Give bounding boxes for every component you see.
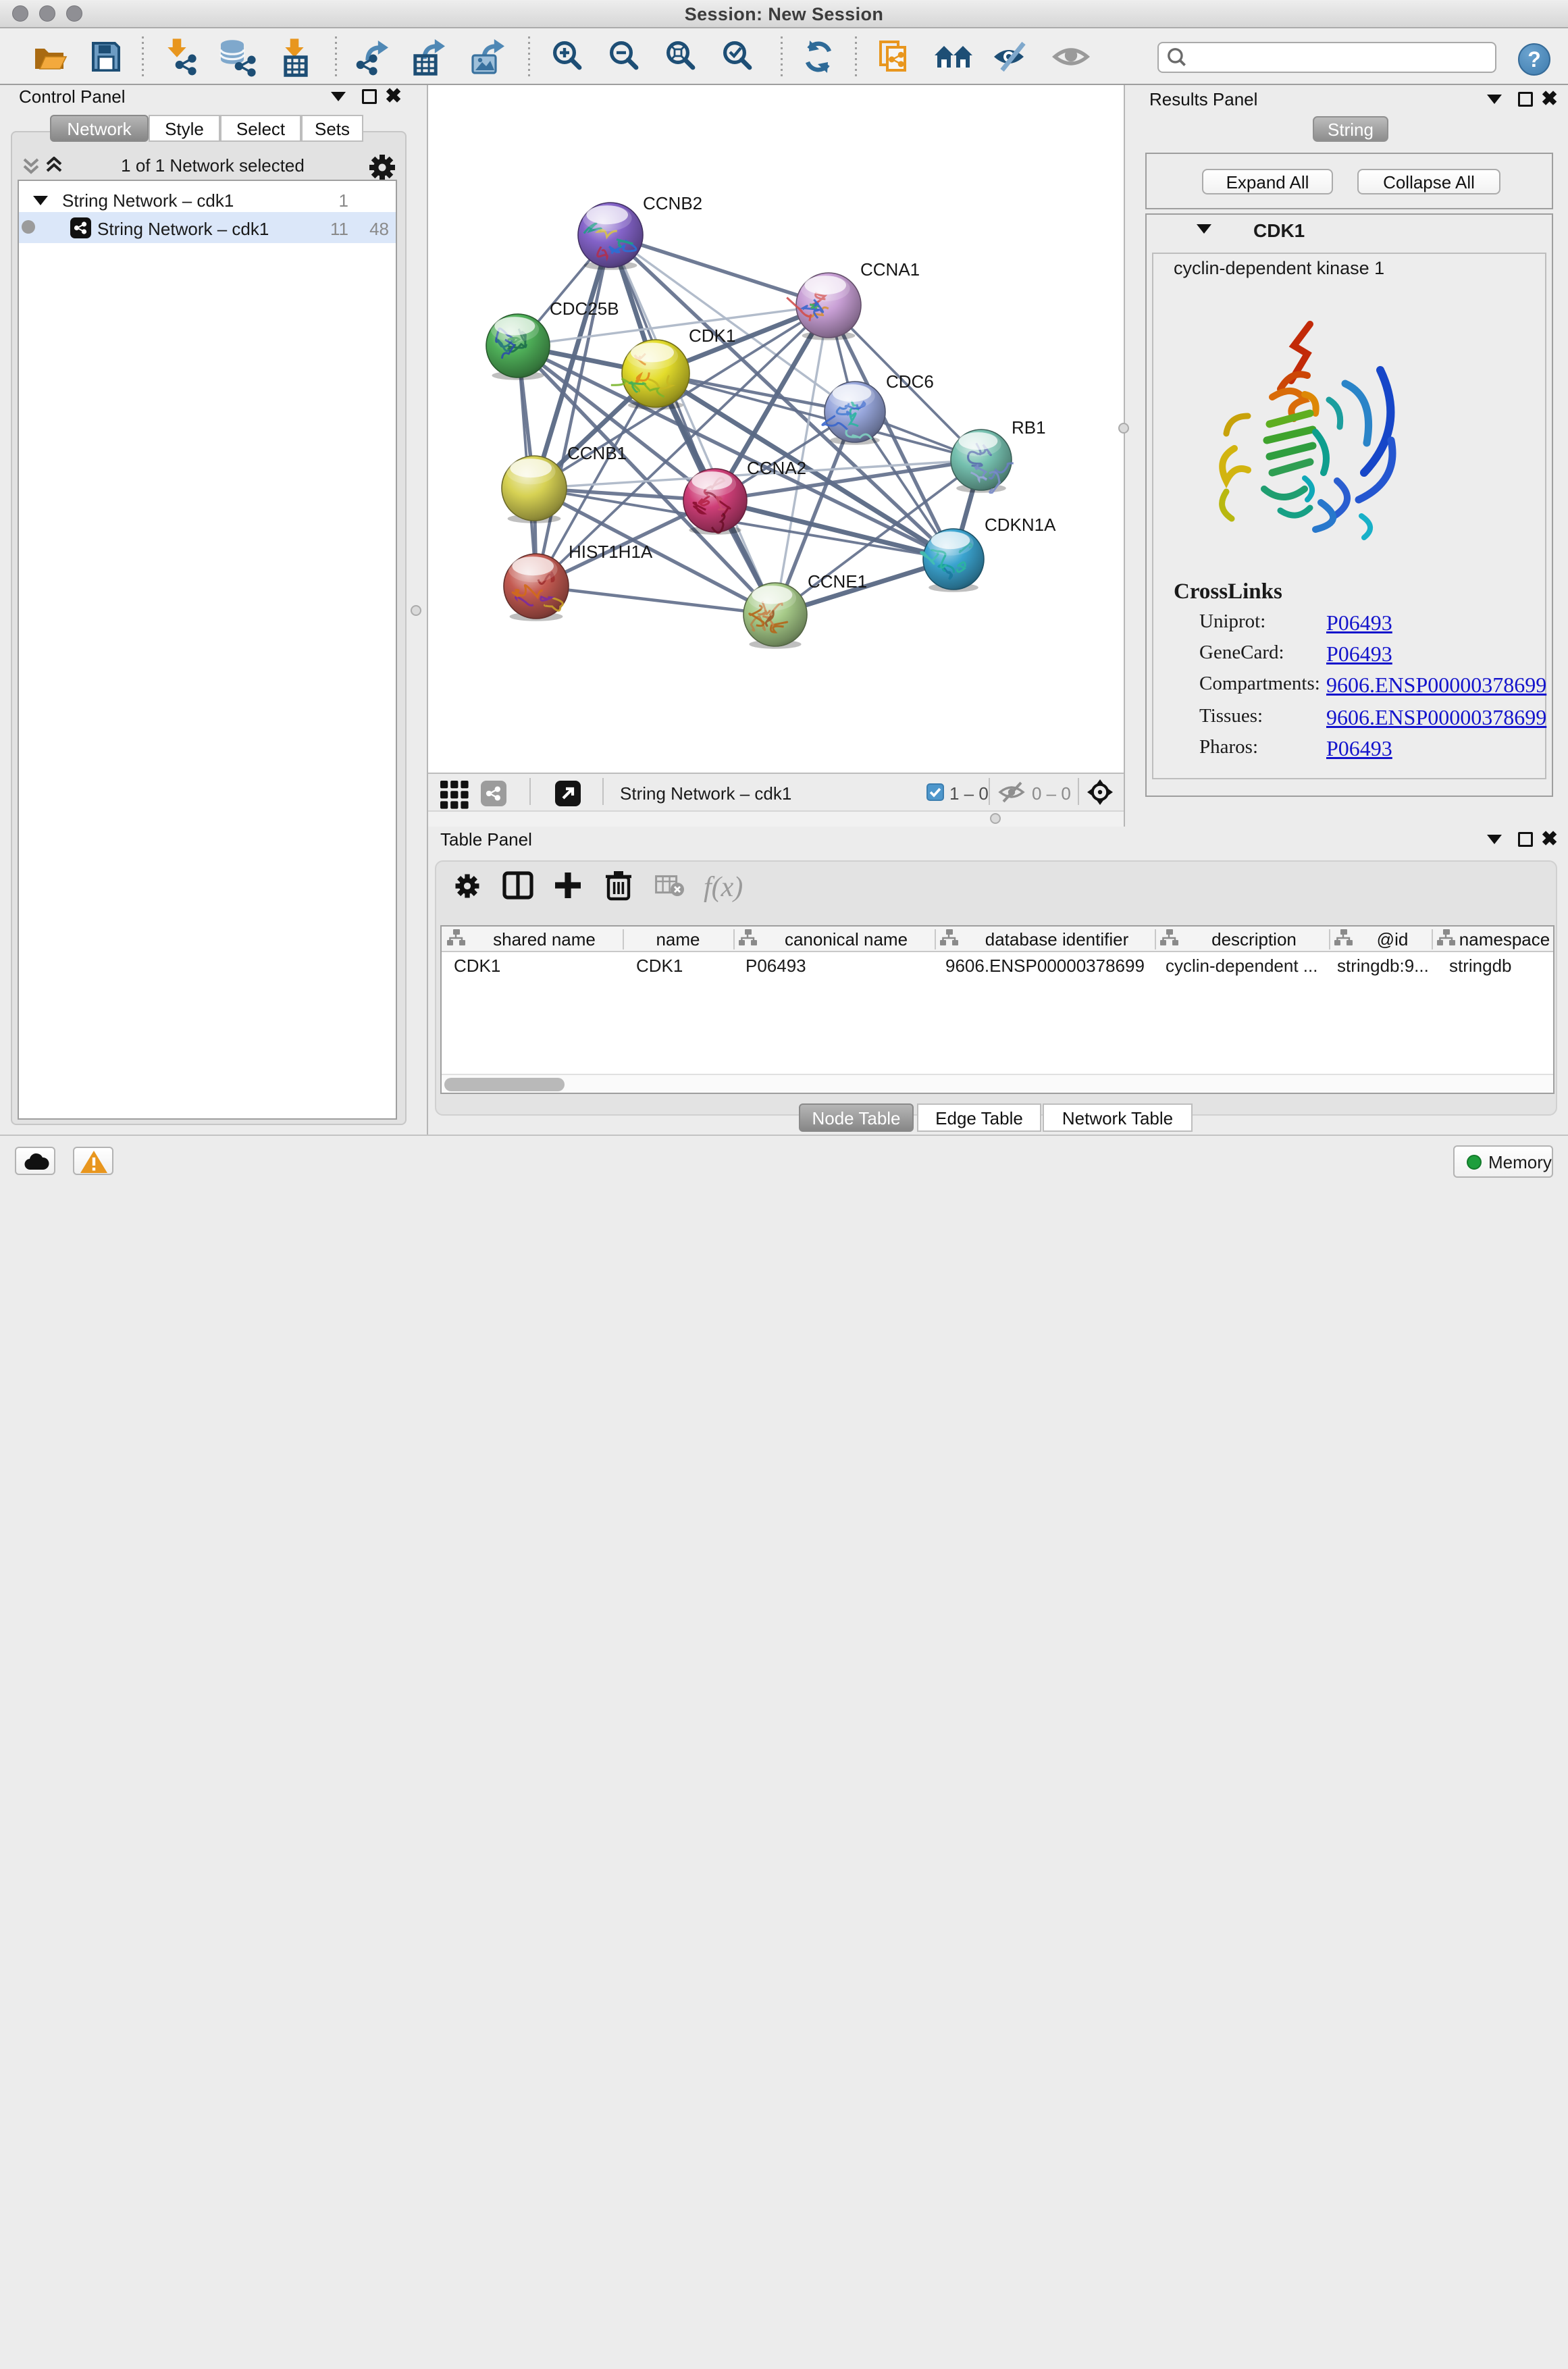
svg-text:CDC25B: CDC25B [550,298,619,319]
svg-text:CCNE1: CCNE1 [808,571,867,592]
svg-text:CCNB1: CCNB1 [567,443,627,463]
svg-text:CCNA1: CCNA1 [860,259,920,280]
svg-text:CDC6: CDC6 [886,371,934,392]
svg-text:HIST1H1A: HIST1H1A [569,542,653,562]
svg-text:CCNA2: CCNA2 [747,458,806,478]
svg-text:CDK1: CDK1 [689,326,735,346]
svg-text:RB1: RB1 [1012,417,1046,438]
svg-text:CDKN1A: CDKN1A [985,515,1056,535]
svg-text:CCNB2: CCNB2 [643,193,702,213]
